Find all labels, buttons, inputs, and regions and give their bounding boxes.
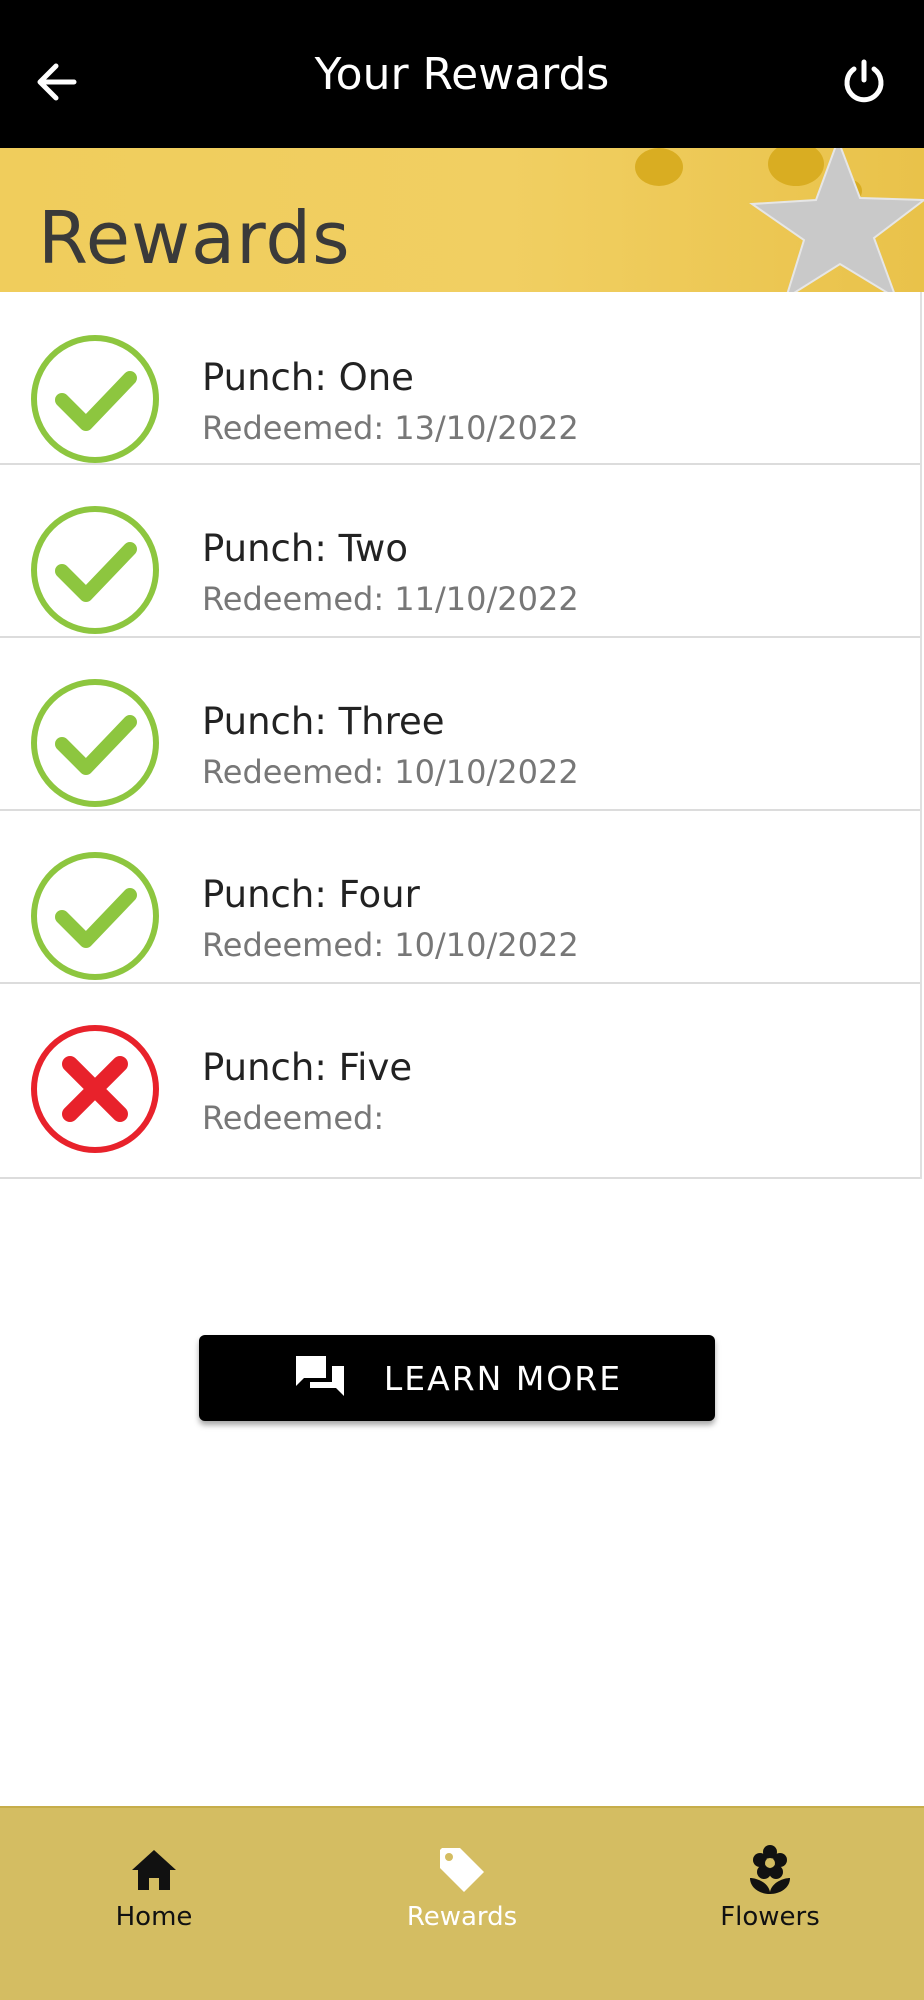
rewards-list: Punch: One Redeemed: 13/10/2022 Punch: T… [0, 292, 922, 1179]
power-icon [844, 59, 884, 103]
tag-icon [440, 1848, 484, 1892]
rewards-banner: Rewards [0, 148, 924, 292]
logout-button[interactable] [838, 56, 890, 108]
list-item[interactable]: Punch: Three Redeemed: 10/10/2022 [0, 638, 920, 811]
nav-label-rewards: Rewards [406, 1902, 518, 1932]
check-circle-icon [31, 335, 159, 463]
redeemed-date: Redeemed: [202, 1099, 385, 1137]
flower-icon [750, 1845, 790, 1894]
list-item[interactable]: Punch: Two Redeemed: 11/10/2022 [0, 465, 920, 638]
home-icon [132, 1850, 176, 1890]
nav-item-home[interactable]: Home [0, 1808, 308, 2000]
nav-item-rewards[interactable]: Rewards [308, 1808, 616, 2000]
learn-more-button[interactable]: LEARN MORE [199, 1335, 715, 1421]
list-item[interactable]: Punch: Four Redeemed: 10/10/2022 [0, 811, 920, 984]
page-title-text: Your Rewards [314, 48, 610, 100]
punch-label: Punch: Five [202, 1046, 413, 1089]
nav-label-home: Home [115, 1902, 193, 1932]
nav-item-flowers[interactable]: Flowers [616, 1808, 924, 2000]
star-decoration [749, 148, 924, 292]
redeemed-date: Redeemed: 10/10/2022 [202, 753, 579, 791]
redeemed-date: Redeemed: 13/10/2022 [202, 409, 579, 447]
punch-label: Punch: One [202, 356, 414, 399]
nav-label-flowers: Flowers [720, 1902, 820, 1932]
punch-label: Punch: Two [202, 527, 408, 570]
cross-circle-icon [31, 1025, 159, 1153]
redeemed-date: Redeemed: 11/10/2022 [202, 580, 579, 618]
bottom-navigation: Home Rewards Flowers [0, 1806, 924, 2000]
list-item[interactable]: Punch: One Redeemed: 13/10/2022 [0, 292, 920, 465]
learn-more-label: LEARN MORE [383, 1358, 623, 1398]
check-circle-icon [31, 679, 159, 807]
page-title: Your Rewards [0, 0, 924, 168]
check-circle-icon [31, 852, 159, 980]
check-circle-icon [31, 506, 159, 634]
punch-label: Punch: Three [202, 700, 445, 743]
chat-bubbles-icon [295, 1356, 344, 1396]
punch-label: Punch: Four [202, 873, 420, 916]
redeemed-date: Redeemed: 10/10/2022 [202, 926, 579, 964]
app-bar: Your Rewards [0, 0, 924, 148]
list-item[interactable]: Punch: Five Redeemed: [0, 984, 920, 1179]
banner-title: Rewards [38, 196, 351, 280]
